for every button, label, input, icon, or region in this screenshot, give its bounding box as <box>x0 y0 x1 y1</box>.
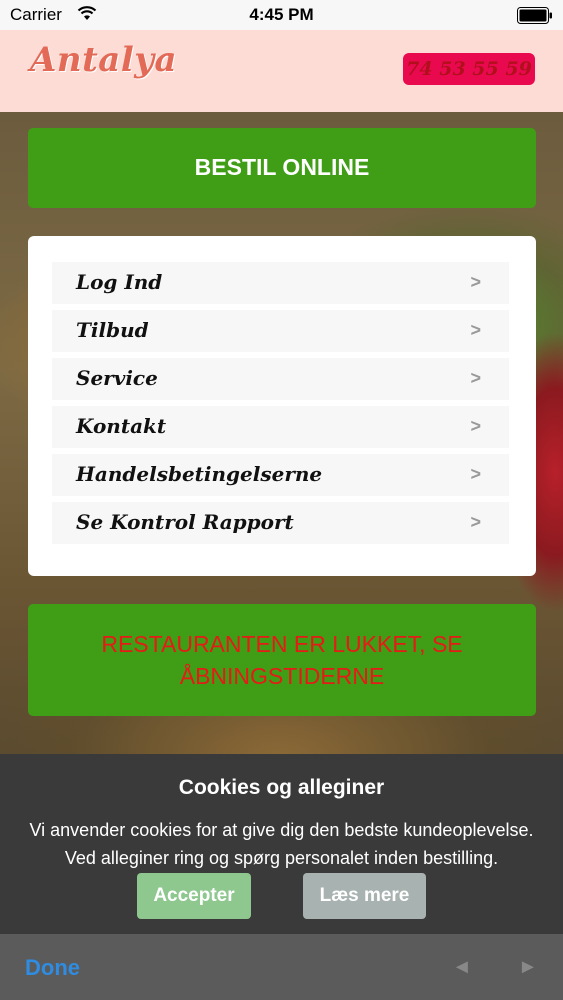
cookie-text: Vi anvender cookies for at give dig den … <box>0 816 563 872</box>
cookie-banner: Cookies og alleginer Vi anvender cookies… <box>0 754 563 934</box>
menu-item-se-kontrol-rapport[interactable]: Se Kontrol Rapport > <box>52 502 509 544</box>
chevron-right-icon: > <box>470 416 481 436</box>
chevron-right-icon: > <box>470 320 481 340</box>
closed-notice-line1: RESTAURANTEN ER LUKKET, SE <box>101 631 463 657</box>
menu-item-label: Se Kontrol Rapport <box>76 510 294 534</box>
chevron-right-icon: > <box>470 272 481 292</box>
app-header: Antalya 74 53 55 59 <box>0 30 563 112</box>
forward-arrow-icon[interactable]: ► <box>518 956 538 979</box>
menu-item-label: Service <box>76 366 158 390</box>
clock: 4:45 PM <box>249 5 314 24</box>
back-arrow-icon[interactable]: ◄ <box>452 956 472 979</box>
menu-item-log-ind[interactable]: Log Ind > <box>52 262 509 304</box>
menu-item-label: Handelsbetingelserne <box>76 462 323 486</box>
chevron-right-icon: > <box>470 512 481 532</box>
menu-item-service[interactable]: Service > <box>52 358 509 400</box>
order-online-button[interactable]: BESTIL ONLINE <box>28 128 536 208</box>
battery-icon <box>517 7 552 24</box>
call-phone-button[interactable]: 74 53 55 59 <box>403 53 535 85</box>
menu-item-label: Log Ind <box>76 270 163 294</box>
read-more-button[interactable]: Læs mere <box>303 873 426 919</box>
status-bar: Carrier 4:45 PM <box>0 0 563 30</box>
logo[interactable]: Antalya <box>30 40 177 80</box>
cookie-text-line1: Vi anvender cookies for at give dig den … <box>29 820 534 840</box>
restaurant-closed-notice[interactable]: RESTAURANTEN ER LUKKET, SE ÅBNINGSTIDERN… <box>28 604 536 716</box>
menu-card: Log Ind > Tilbud > Service > Kontakt > H… <box>28 236 536 576</box>
menu-item-handelsbetingelserne[interactable]: Handelsbetingelserne > <box>52 454 509 496</box>
chevron-right-icon: > <box>470 368 481 388</box>
closed-notice-line2: ÅBNINGSTIDERNE <box>179 663 385 689</box>
done-button[interactable]: Done <box>25 955 80 981</box>
accept-cookies-button[interactable]: Accepter <box>137 873 251 919</box>
menu-item-tilbud[interactable]: Tilbud > <box>52 310 509 352</box>
cookie-title: Cookies og alleginer <box>178 776 385 799</box>
menu-item-label: Kontakt <box>76 414 167 438</box>
chevron-right-icon: > <box>470 464 481 484</box>
menu-item-label: Tilbud <box>76 318 149 342</box>
browser-toolbar: Done ◄ ► <box>0 934 563 1000</box>
menu-item-kontakt[interactable]: Kontakt > <box>52 406 509 448</box>
cookie-text-line2: Ved alleginer ring og spørg personalet i… <box>64 848 499 868</box>
